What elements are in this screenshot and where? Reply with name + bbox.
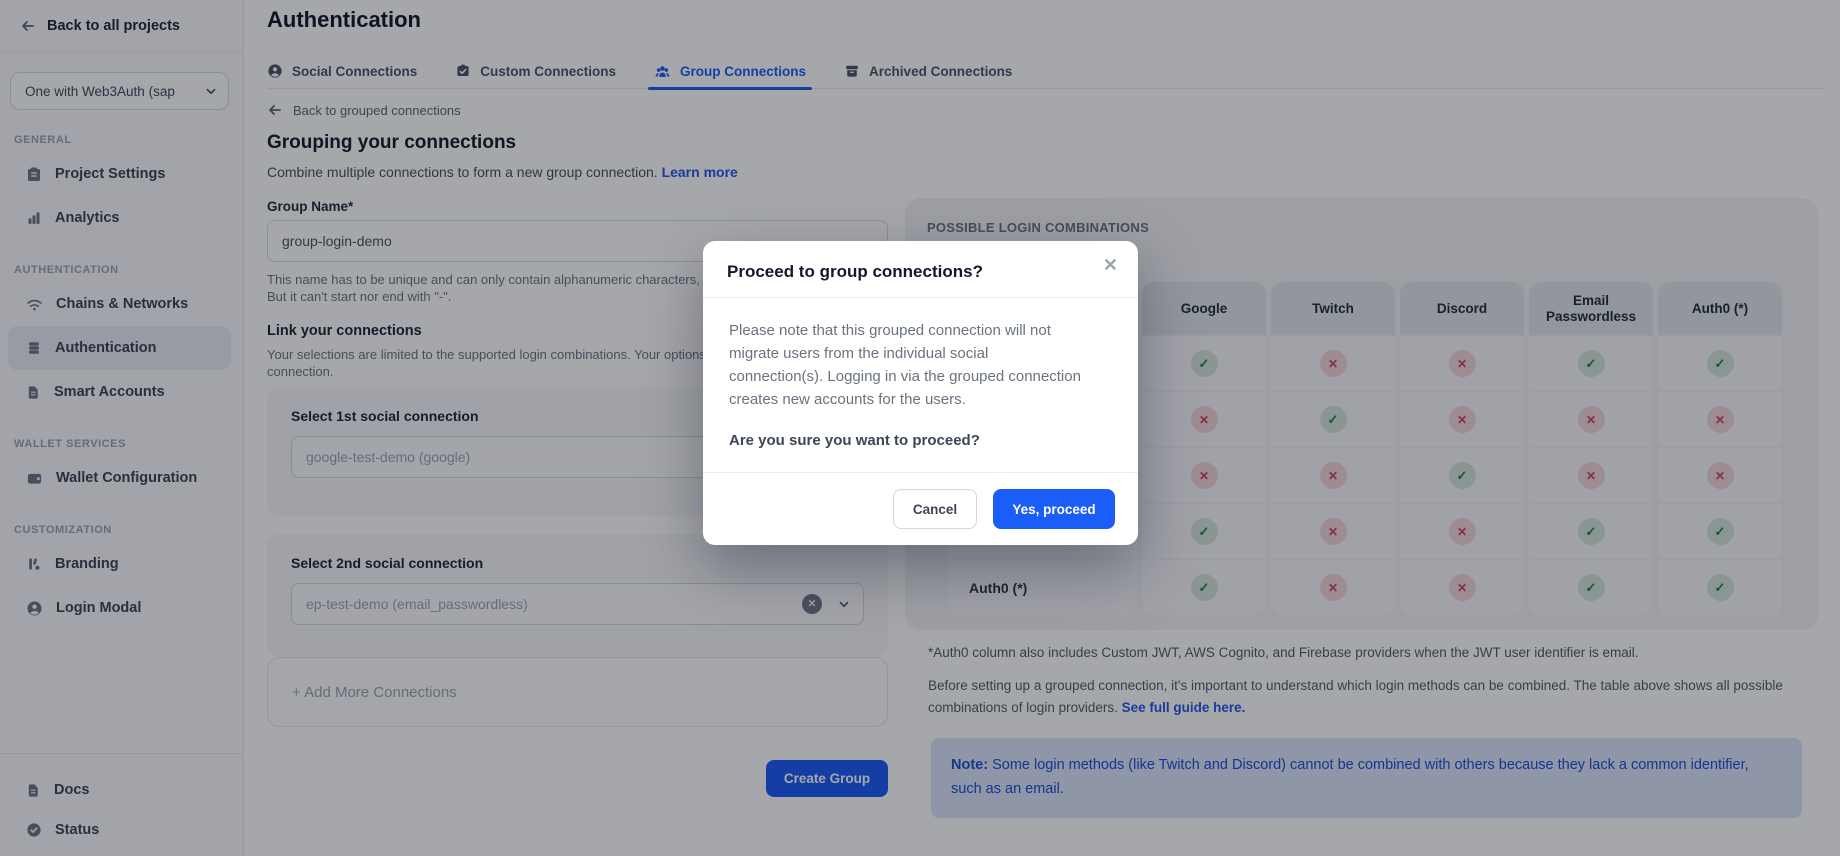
modal-header: Proceed to group connections? ✕: [703, 241, 1138, 298]
proceed-confirmation-modal: Proceed to group connections? ✕ Please n…: [703, 241, 1138, 545]
cancel-button[interactable]: Cancel: [893, 489, 977, 529]
modal-footer: Cancel Yes, proceed: [703, 472, 1138, 545]
modal-body: Please note that this grouped connection…: [703, 298, 1138, 449]
close-icon[interactable]: ✕: [1103, 256, 1118, 274]
app-window: Back to all projects One with Web3Auth (…: [0, 0, 1840, 856]
modal-body-text: Please note that this grouped connection…: [729, 319, 1085, 411]
yes-proceed-button[interactable]: Yes, proceed: [993, 489, 1115, 529]
modal-title: Proceed to group connections?: [727, 262, 983, 281]
modal-question: Are you sure you want to proceed?: [729, 432, 1112, 449]
